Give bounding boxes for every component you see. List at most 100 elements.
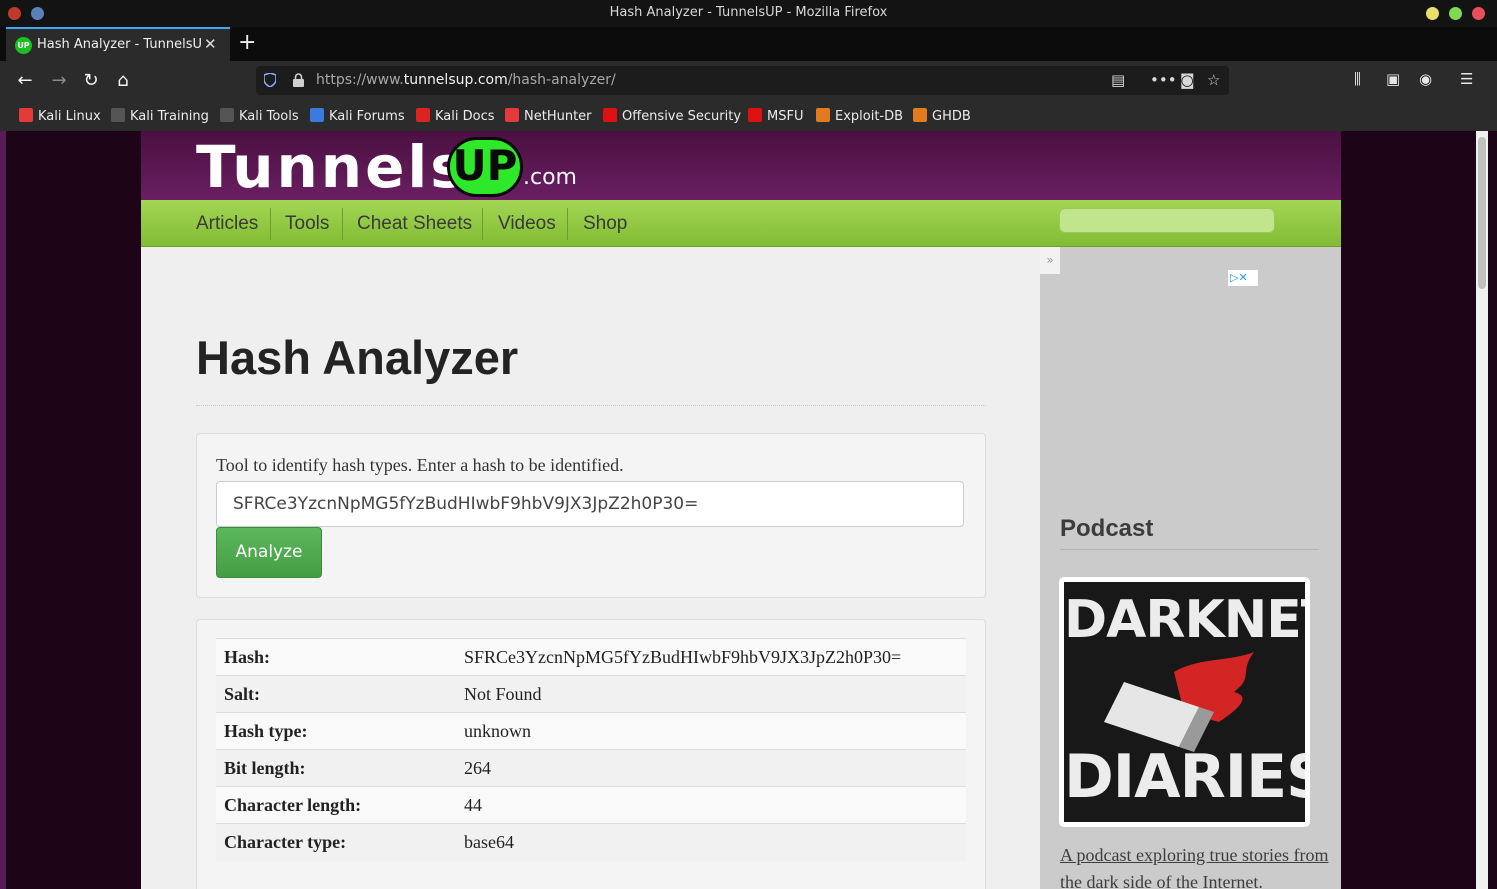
nav-articles[interactable]: Articles [196,200,258,247]
url-bar[interactable]: https://www.tunnelsup.com/hash-analyzer/… [256,66,1229,95]
offsec-icon [603,108,617,122]
forward-arrow-icon[interactable]: → [46,69,72,93]
reader-view-icon[interactable]: ▤ [1111,71,1125,89]
site-header: Tunnels UP .com [141,131,1341,201]
lock-icon[interactable] [293,73,304,87]
page-actions-icon[interactable]: ••• [1150,71,1177,89]
result-value: 264 [456,749,966,787]
sidebar: » ▷✕ Podcast DARKNET DIARIES A podcast e… [1040,247,1341,889]
tab-hash-analyzer[interactable]: UP Hash Analyzer - TunnelsUP ✕ [6,27,230,61]
bookmark-ghdb[interactable]: GHDB [913,108,971,124]
site-logo-badge[interactable]: UP [447,137,523,197]
home-icon[interactable]: ⌂ [110,69,136,93]
nav-cheat-sheets[interactable]: Cheat Sheets [357,200,472,247]
table-row: Character length: 44 [216,786,966,824]
nav-tools[interactable]: Tools [285,200,329,247]
window-titlebar: Hash Analyzer - TunnelsUP - Mozilla Fire… [0,0,1497,27]
nav-divider [342,208,343,240]
bookmark-exploit-db[interactable]: Exploit-DB [816,108,903,124]
site-container: Tunnels UP .com Articles Tools Cheat She… [141,131,1341,889]
account-icon[interactable]: ◉ [1419,70,1432,88]
bookmark-kali-training[interactable]: Kali Training [111,108,209,124]
kali-dragon-icon [19,108,33,122]
table-row: Bit length: 264 [216,749,966,787]
exploitdb-icon [816,108,830,122]
ad-choices-icon[interactable]: ▷✕ [1228,270,1258,286]
bookmark-offensive-security[interactable]: Offensive Security [603,108,741,124]
table-row: Character type: base64 [216,823,966,861]
kali-docs-icon [416,108,430,122]
bookmark-kali-forums[interactable]: Kali Forums [310,108,405,124]
result-value: base64 [456,823,966,861]
nav-toolbar: ← → ↻ ⌂ https://www.tunnelsup.com/hash-a… [0,61,1497,101]
msfu-icon [748,108,762,122]
bookmark-nethunter[interactable]: NetHunter [505,108,592,124]
page-scrollbar[interactable] [1476,131,1488,889]
sidebar-collapse-toggle[interactable]: » [1040,247,1060,274]
minimize-button[interactable] [1426,7,1439,20]
result-label: Salt: [216,675,456,713]
analyze-button[interactable]: Analyze [216,527,322,578]
nav-shop[interactable]: Shop [583,200,627,247]
bookmark-kali-linux[interactable]: Kali Linux [19,108,101,124]
nav-divider [482,208,483,240]
close-window-button[interactable] [1472,7,1485,20]
tab-title: Hash Analyzer - TunnelsUP [37,37,202,52]
page-viewport: Tunnels UP .com Articles Tools Cheat She… [0,131,1497,889]
nav-divider [567,208,568,240]
hash-input[interactable] [216,481,964,527]
bookmark-kali-docs[interactable]: Kali Docs [416,108,495,124]
result-value: unknown [456,712,966,750]
tracking-shield-icon[interactable] [264,73,276,87]
table-row: Hash: SFRCe3YzcnNpMG5fYzBudHIwbF9hbV9JX3J… [216,638,966,676]
reload-icon[interactable]: ↻ [78,69,104,93]
library-icon[interactable]: ⫼ [1354,70,1361,88]
result-label: Character length: [216,786,456,824]
bookmark-star-icon[interactable]: ☆ [1207,71,1220,89]
page-left-edge [0,131,6,889]
site-logo-suffix[interactable]: .com [523,165,577,190]
hash-tool-panel: Tool to identify hash types. Enter a has… [196,433,986,598]
podcast-heading: Podcast [1060,515,1154,542]
bookmarks-toolbar: Kali Linux Kali Training Kali Tools Kali… [0,101,1497,131]
podcast-description-link[interactable]: A podcast exploring true stories from th… [1060,842,1330,889]
main-content: Hash Analyzer Tool to identify hash type… [141,247,1040,889]
bookmark-msfu[interactable]: MSFU [748,108,803,124]
podcast-image-link[interactable]: DARKNET DIARIES [1059,577,1310,827]
tunnelsup-favicon-icon: UP [15,37,32,54]
result-table: Hash: SFRCe3YzcnNpMG5fYzBudHIwbF9hbV9JX3J… [216,638,966,861]
maximize-button[interactable] [1449,7,1462,20]
table-row: Hash type: unknown [216,712,966,750]
scrollbar-thumb[interactable] [1478,137,1486,289]
nav-divider [270,208,271,240]
ghdb-icon [913,108,927,122]
back-arrow-icon[interactable]: ← [12,69,38,93]
bookmark-kali-tools[interactable]: Kali Tools [220,108,299,124]
result-label: Bit length: [216,749,456,787]
kali-forums-icon [310,108,324,122]
hamburger-menu-icon[interactable]: ☰ [1460,70,1473,88]
nav-videos[interactable]: Videos [498,200,556,247]
result-label: Hash type: [216,712,456,750]
url-text[interactable]: https://www.tunnelsup.com/hash-analyzer/ [316,72,616,88]
page-title: Hash Analyzer [196,331,519,384]
kali-training-icon [111,108,125,122]
pocket-icon[interactable]: ◙ [1180,71,1195,89]
result-value: 44 [456,786,966,824]
site-logo-text[interactable]: Tunnels [196,133,468,201]
tab-bar: UP Hash Analyzer - TunnelsUP ✕ + [0,27,1497,61]
cover-title-bottom: DIARIES [1064,742,1305,812]
site-search-input[interactable] [1059,208,1275,233]
result-label: Hash: [216,638,456,676]
site-nav: Articles Tools Cheat Sheets Videos Shop [141,200,1341,247]
close-icon[interactable]: ✕ [204,35,217,53]
podcast-divider [1060,549,1319,550]
result-value: Not Found [456,675,966,713]
sidebar-toggle-icon[interactable]: ▣ [1386,70,1400,88]
darknet-diaries-cover: DARKNET DIARIES [1064,582,1305,822]
tool-description: Tool to identify hash types. Enter a has… [216,455,624,475]
table-row: Salt: Not Found [216,675,966,713]
new-tab-icon[interactable]: + [238,30,256,55]
result-label: Character type: [216,823,456,861]
cover-title-top: DARKNET [1064,590,1305,650]
